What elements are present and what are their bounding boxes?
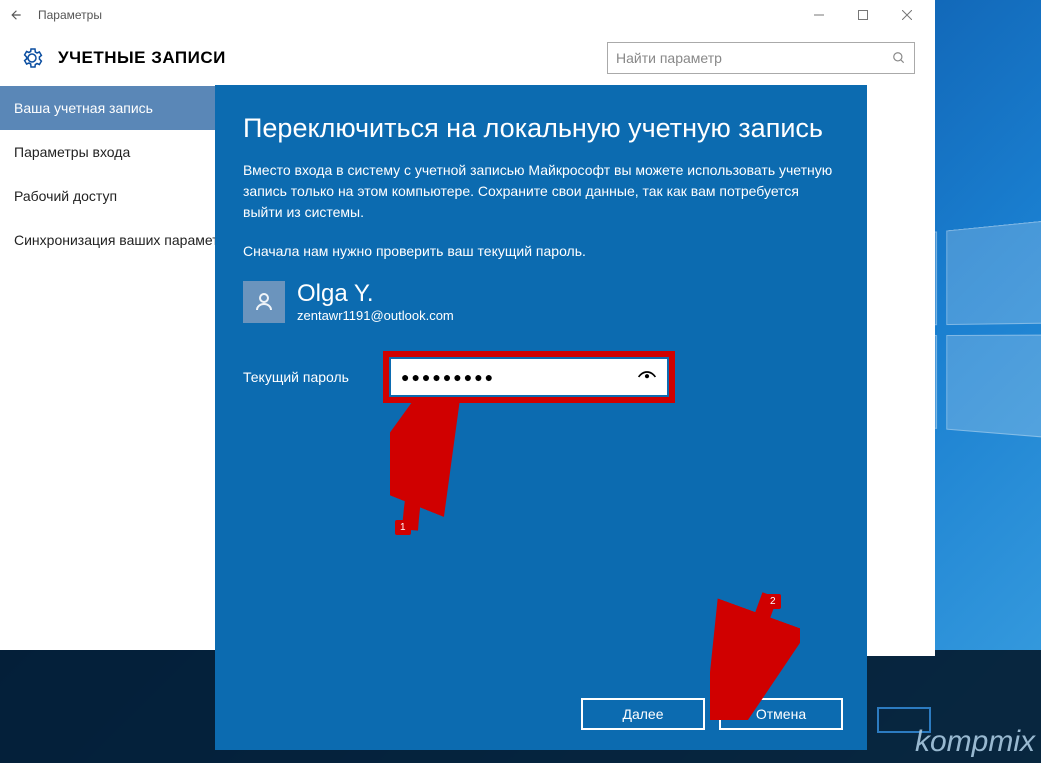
avatar [243,281,285,323]
close-button[interactable] [885,1,929,29]
titlebar: Параметры [0,0,935,30]
arrow-left-icon [9,8,23,22]
window-title: Параметры [38,8,102,22]
minimize-button[interactable] [797,1,841,29]
dialog-title: Переключиться на локальную учетную запис… [243,113,839,144]
page-title: УЧЕТНЫЕ ЗАПИСИ [58,48,226,68]
maximize-icon [858,10,868,20]
person-icon [252,290,276,314]
password-field-container [391,359,667,395]
minimize-icon [814,10,824,20]
next-button-label: Далее [622,706,663,722]
search-input[interactable]: Найти параметр [607,42,915,74]
annotation-badge-1: 1 [395,520,411,535]
sidebar-item-label: Синхронизация ваших параметров [14,232,242,248]
annotation-arrow-2 [710,590,800,720]
reveal-password-button[interactable] [635,365,659,389]
maximize-button[interactable] [841,1,885,29]
close-icon [902,10,912,20]
search-icon [892,51,906,65]
sidebar-item-label: Рабочий доступ [14,188,117,204]
sidebar-item-label: Ваша учетная запись [14,100,153,116]
dialog-paragraph-2: Сначала нам нужно проверить ваш текущий … [243,241,839,262]
back-button[interactable] [6,5,26,25]
user-display-name: Olga Y. [297,280,454,308]
password-label: Текущий пароль [243,369,383,385]
page-header: УЧЕТНЫЕ ЗАПИСИ Найти параметр [0,30,935,86]
eye-icon [637,367,657,387]
sidebar-item-label: Параметры входа [14,144,130,160]
current-user: Olga Y. zentawr1191@outlook.com [243,280,839,323]
current-password-input[interactable] [399,368,635,386]
gear-icon [20,46,44,70]
annotation-badge-2: 2 [765,594,781,609]
watermark: kompmix [915,725,1035,759]
search-placeholder: Найти параметр [616,50,892,66]
annotation-arrow-1 [390,400,460,540]
dialog-paragraph-1: Вместо входа в систему с учетной записью… [243,160,839,223]
annotation-highlight-1 [383,351,675,403]
next-button[interactable]: Далее [581,698,705,730]
user-email: zentawr1191@outlook.com [297,308,454,323]
